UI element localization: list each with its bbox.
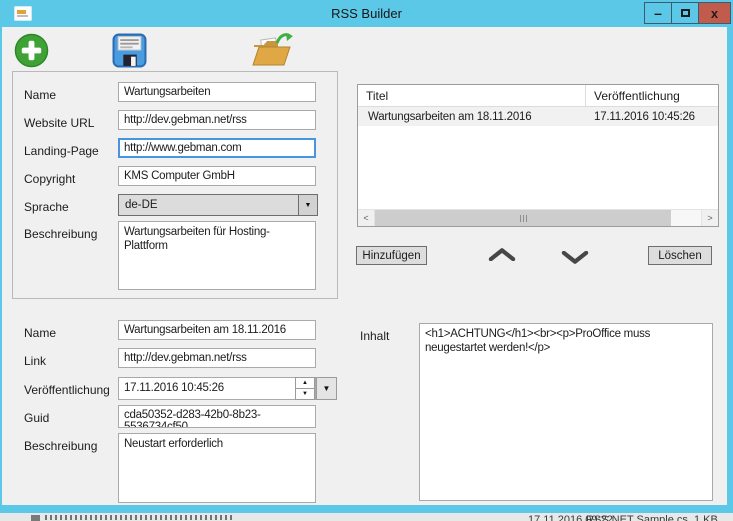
combobox-selected-value: de-DE [119,199,298,211]
guid-line1: cda50352-d283-42b0-8b23- [124,409,310,421]
datetime-dropdown-button[interactable]: ▼ [316,377,337,400]
open-folder-icon [250,31,293,69]
inhalt-label: Inhalt [360,329,389,343]
item-name-input[interactable] [118,320,316,340]
feed-sprache-label: Sprache [24,200,69,214]
feed-beschreibung-label: Beschreibung [24,227,97,241]
close-button[interactable]: x [698,2,731,24]
save-icon [112,33,147,68]
loeschen-button[interactable]: Löschen [648,246,712,265]
chevron-down-icon [561,251,589,264]
item-name-label: Name [24,326,56,340]
column-header-titel[interactable]: Titel [358,85,586,106]
combobox-dropdown-button[interactable]: ▼ [298,195,317,215]
background-text-smudge [45,515,233,520]
open-feed-button[interactable] [250,31,293,72]
item-guid-label: Guid [24,411,49,425]
items-list[interactable]: Titel Veröffentlichung Wartungsarbeiten … [357,84,719,227]
maximize-icon [681,9,690,17]
item-beschreibung-label: Beschreibung [24,439,97,453]
datetime-value: 17.11.2016 10:45:26 [124,382,224,394]
minimize-button[interactable]: – [644,2,672,24]
spin-down-button[interactable]: ▼ [295,388,315,400]
feed-website-url-input[interactable] [118,110,316,130]
column-header-veroeffentlichung[interactable]: Veröffentlichung [586,89,718,103]
feed-website-url-label: Website URL [24,116,94,130]
scrollbar-thumb[interactable] [375,210,671,226]
item-link-input[interactable] [118,348,316,368]
maximize-button[interactable] [671,2,699,24]
move-item-down-button[interactable] [561,251,589,267]
list-item-row[interactable]: Wartungsarbeiten am 18.11.2016 17.11.201… [358,107,718,126]
chevron-down-icon: ▼ [305,202,312,209]
item-veroeffentlichung-label: Veröffentlichung [24,383,110,397]
list-item-titel: Wartungsarbeiten am 18.11.2016 [358,111,586,123]
window-title: RSS Builder [0,6,733,21]
feed-beschreibung-textarea[interactable]: Wartungsarbeiten für Hosting-Plattform [118,221,316,290]
item-beschreibung-textarea[interactable]: Neustart erforderlich [118,433,316,503]
move-item-up-button[interactable] [488,248,516,264]
screen: 17.11.2016 09:22 RSS.NET Sample.cs 1 KB … [0,0,733,521]
hinzufuegen-button[interactable]: Hinzufügen [356,246,427,265]
feed-landing-page-label: Landing-Page [24,144,99,158]
feed-name-input[interactable] [118,82,316,102]
veroeffentlichung-datetime-picker[interactable]: 17.11.2016 10:45:26 [118,377,316,400]
datetime-spinner: ▲ ▼ [295,377,315,400]
feed-landing-page-input[interactable] [118,138,316,158]
items-list-header: Titel Veröffentlichung [358,85,718,107]
feed-name-label: Name [24,88,56,102]
scroll-right-button[interactable]: > [701,210,718,226]
add-feed-button[interactable] [14,33,49,71]
background-file-icon [31,515,40,521]
horizontal-scrollbar[interactable]: < > [358,209,718,226]
list-item-veroeffentlichung: 17.11.2016 10:45:26 [586,111,718,123]
minimize-icon: – [654,5,662,21]
window-controls: – x [645,2,731,24]
guid-line2: 5536734cf50 [124,421,310,428]
feed-copyright-label: Copyright [24,172,75,186]
feed-copyright-input[interactable] [118,166,316,186]
app-icon [14,6,32,21]
item-guid-input[interactable]: cda50352-d283-42b0-8b23- 5536734cf50 [118,405,316,428]
spin-up-icon: ▲ [302,380,308,386]
background-file-name: RSS.NET Sample.cs [586,514,688,521]
inhalt-textarea[interactable]: <h1>ACHTUNG</h1><br><p>ProOffice muss ne… [419,323,713,501]
close-icon: x [711,6,718,21]
item-link-label: Link [24,354,46,368]
chevron-up-icon [488,248,516,261]
feed-sprache-combobox[interactable]: de-DE ▼ [118,194,318,216]
background-file-size: 1 KB [694,514,718,521]
scroll-left-button[interactable]: < [358,210,375,226]
spin-down-icon: ▼ [302,391,308,397]
calendar-dropdown-icon: ▼ [323,384,331,393]
save-feed-button[interactable] [112,33,147,71]
plus-icon [14,33,49,68]
